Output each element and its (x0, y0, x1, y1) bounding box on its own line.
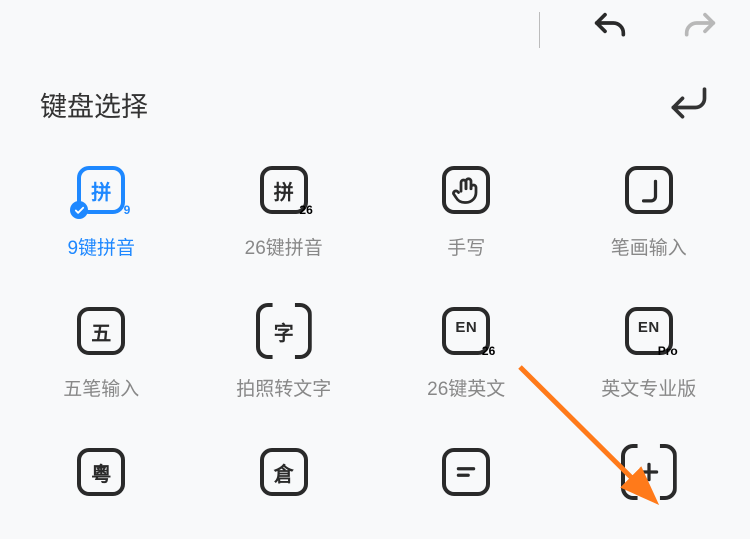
keyboard-tile-2[interactable]: 手写 (375, 159, 558, 260)
keyboard-tile-10[interactable] (375, 441, 558, 515)
tile-label: 26键英文 (427, 374, 505, 401)
header: 键盘选择 (0, 60, 750, 139)
keyboard-tile-11[interactable] (558, 441, 741, 515)
keyboard-tile-7[interactable]: ENPro英文专业版 (558, 300, 741, 401)
undo-icon[interactable] (590, 8, 630, 53)
tile-label: 26键拼音 (245, 233, 323, 260)
keyboard-tile-8[interactable]: 粵 (10, 441, 193, 515)
keyboard-grid: 拼99键拼音拼2626键拼音手写 笔画输入五五笔输入字拍照转文字EN2626键英文… (0, 139, 750, 515)
keyboard-tile-4[interactable]: 五五笔输入 (10, 300, 193, 401)
top-toolbar (0, 0, 750, 60)
keyboard-tile-6[interactable]: EN2626键英文 (375, 300, 558, 401)
keyboard-tile-0[interactable]: 拼99键拼音 (10, 159, 193, 260)
tile-label: 9键拼音 (67, 233, 135, 260)
redo-icon[interactable] (680, 8, 720, 53)
tile-label: 拍照转文字 (236, 374, 331, 401)
keyboard-tile-1[interactable]: 拼2626键拼音 (193, 159, 376, 260)
tile-label: 英文专业版 (601, 374, 696, 401)
back-icon[interactable] (666, 80, 710, 129)
divider (539, 12, 540, 48)
page-title: 键盘选择 (40, 85, 148, 124)
tile-label: 五笔输入 (63, 374, 139, 401)
tile-label: 笔画输入 (611, 233, 687, 260)
tile-label: 手写 (447, 233, 485, 260)
keyboard-tile-5[interactable]: 字拍照转文字 (193, 300, 376, 401)
keyboard-tile-9[interactable]: 倉 (193, 441, 376, 515)
keyboard-tile-3[interactable]: 笔画输入 (558, 159, 741, 260)
